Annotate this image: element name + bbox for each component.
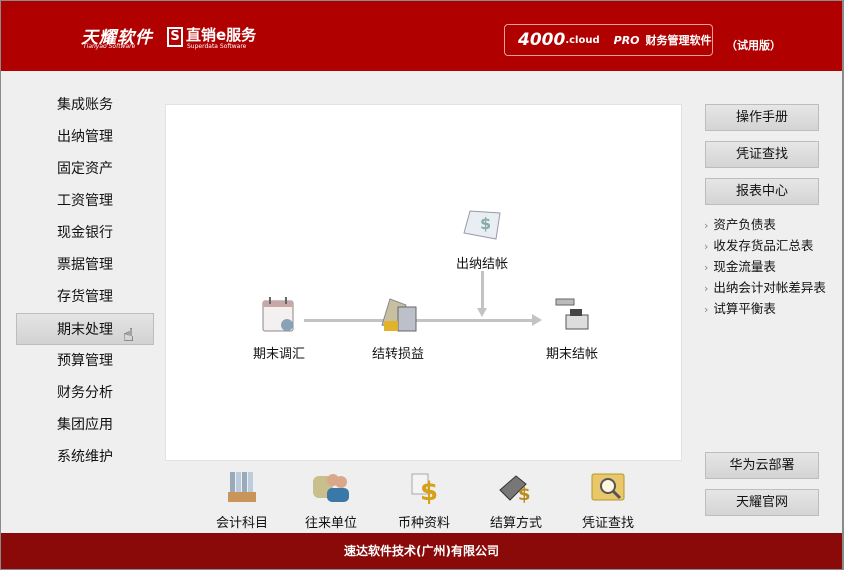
toolbar-label: 会计科目	[215, 516, 268, 531]
money-calculator-icon	[381, 298, 417, 332]
product-number: 4000	[518, 30, 566, 50]
sidebar-item-group[interactable]: 集团应用	[16, 409, 154, 441]
sidebar-item-label: 期末处理	[57, 322, 113, 338]
toolbar-partners[interactable]: 往来单位	[291, 470, 371, 531]
flow-node-profit-loss[interactable]: 结转损益	[358, 295, 438, 362]
toolbar-accounts[interactable]: 会计科目	[202, 470, 282, 531]
flow-node-cashier-close[interactable]: $ 出纳结帐	[442, 205, 522, 272]
node-label: 期末结帐	[545, 347, 598, 362]
hand-cursor-icon: ☝	[123, 325, 134, 346]
node-label: 结转损益	[371, 347, 424, 362]
toolbar-label: 币种资料	[397, 516, 450, 531]
header: 天耀软件 Tianyao Software S 直销e服务 Superdata …	[1, 1, 842, 71]
report-link-inventory-summary[interactable]: › 收发存货品汇总表	[704, 236, 826, 257]
sidebar-item-bills[interactable]: 票据管理	[16, 249, 154, 281]
toolbar-label: 结算方式	[489, 516, 542, 531]
product-pro: PRO	[613, 33, 640, 47]
report-center-button[interactable]: 报表中心	[705, 178, 819, 205]
trial-label: （试用版）	[726, 39, 781, 52]
report-label: 收发存货品汇总表	[713, 238, 814, 253]
report-link-reconciliation[interactable]: › 出纳会计对帐差异表	[704, 278, 826, 299]
svg-text:$: $	[420, 477, 438, 504]
people-icon	[313, 474, 349, 502]
tianyao-website-button[interactable]: 天耀官网	[705, 489, 819, 516]
chevron-right-icon: ›	[704, 282, 709, 295]
manual-button[interactable]: 操作手册	[705, 104, 819, 131]
voucher-search-button[interactable]: 凭证查找	[705, 141, 819, 168]
toolbar-label: 凭证查找	[581, 516, 634, 531]
sidebar-item-payroll[interactable]: 工资管理	[16, 185, 154, 217]
toolbar-settlement[interactable]: $ 结算方式	[476, 470, 556, 531]
report-label: 现金流量表	[713, 259, 776, 274]
sidebar-item-cashier[interactable]: 出纳管理	[16, 121, 154, 153]
product-cloud: .cloud	[565, 34, 600, 46]
toolbar-currency[interactable]: $ 币种资料	[384, 470, 464, 531]
report-label: 试算平衡表	[713, 301, 776, 316]
sidebar-item-maintenance[interactable]: 系统维护	[16, 441, 154, 473]
folder-search-icon	[591, 473, 625, 501]
report-link-trial-balance[interactable]: › 试算平衡表	[704, 299, 826, 320]
card-terminal-icon: $	[499, 475, 531, 505]
svg-text:$: $	[480, 214, 491, 233]
superdata-logo: 直销e服务	[186, 26, 257, 44]
svg-text:$: $	[518, 484, 531, 504]
flow-arrow-down-line	[481, 271, 484, 311]
superdata-logo-en: Superdata Software	[187, 43, 247, 50]
report-label: 出纳会计对帐差异表	[713, 280, 826, 295]
flow-node-exchange-adjust[interactable]: 期末调汇	[239, 295, 319, 362]
ledger-icon: $	[463, 210, 501, 240]
report-list: › 资产负债表 › 收发存货品汇总表 › 现金流量表 › 出纳会计对帐差异表 › 试算平衡…	[704, 215, 826, 320]
superdata-logo-icon: S	[167, 27, 183, 47]
node-label: 期末调汇	[252, 347, 305, 362]
company-name: 速达软件技术(广州)有限公司	[344, 544, 499, 558]
flow-panel: 期末调汇 结转损益 $ 出纳结帐 期末结帐	[165, 104, 682, 461]
chevron-right-icon: ›	[704, 219, 709, 232]
flow-node-period-close[interactable]: 期末结帐	[532, 295, 612, 362]
sidebar-item-period-end[interactable]: 期末处理 ☝	[16, 313, 154, 346]
report-link-balance-sheet[interactable]: › 资产负债表	[704, 215, 826, 236]
tianyao-logo-en: Tianyao Software	[83, 43, 136, 50]
product-name: 财务管理软件	[645, 34, 712, 47]
binders-icon	[228, 472, 256, 502]
sidebar-item-fixed-assets[interactable]: 固定资产	[16, 153, 154, 185]
chevron-right-icon: ›	[704, 261, 709, 274]
toolbar-label: 往来单位	[304, 516, 357, 531]
chevron-right-icon: ›	[704, 240, 709, 253]
arrow-down-head-icon	[477, 308, 487, 317]
report-label: 资产负债表	[713, 217, 776, 232]
sidebar-item-integrated-accounts[interactable]: 集成账务	[16, 89, 154, 121]
node-label: 出纳结帐	[455, 257, 508, 272]
sidebar: 集成账务 出纳管理 固定资产 工资管理 现金银行 票据管理 存货管理 期末处理 ☝…	[16, 89, 154, 473]
footer: 速达软件技术(广州)有限公司	[1, 533, 842, 569]
sidebar-item-analysis[interactable]: 财务分析	[16, 377, 154, 409]
sidebar-item-inventory[interactable]: 存货管理	[16, 281, 154, 313]
sidebar-item-cash-bank[interactable]: 现金银行	[16, 217, 154, 249]
toolbar-voucher-search[interactable]: 凭证查找	[568, 470, 648, 531]
huawei-cloud-button[interactable]: 华为云部署	[705, 452, 819, 479]
dollar-icon: $	[411, 473, 438, 507]
cash-register-icon	[555, 298, 589, 330]
product-badge: 4000 .cloud PRO 财务管理软件	[504, 24, 713, 56]
chevron-right-icon: ›	[704, 303, 709, 316]
report-link-cash-flow[interactable]: › 现金流量表	[704, 257, 826, 278]
calendar-icon	[262, 297, 294, 332]
